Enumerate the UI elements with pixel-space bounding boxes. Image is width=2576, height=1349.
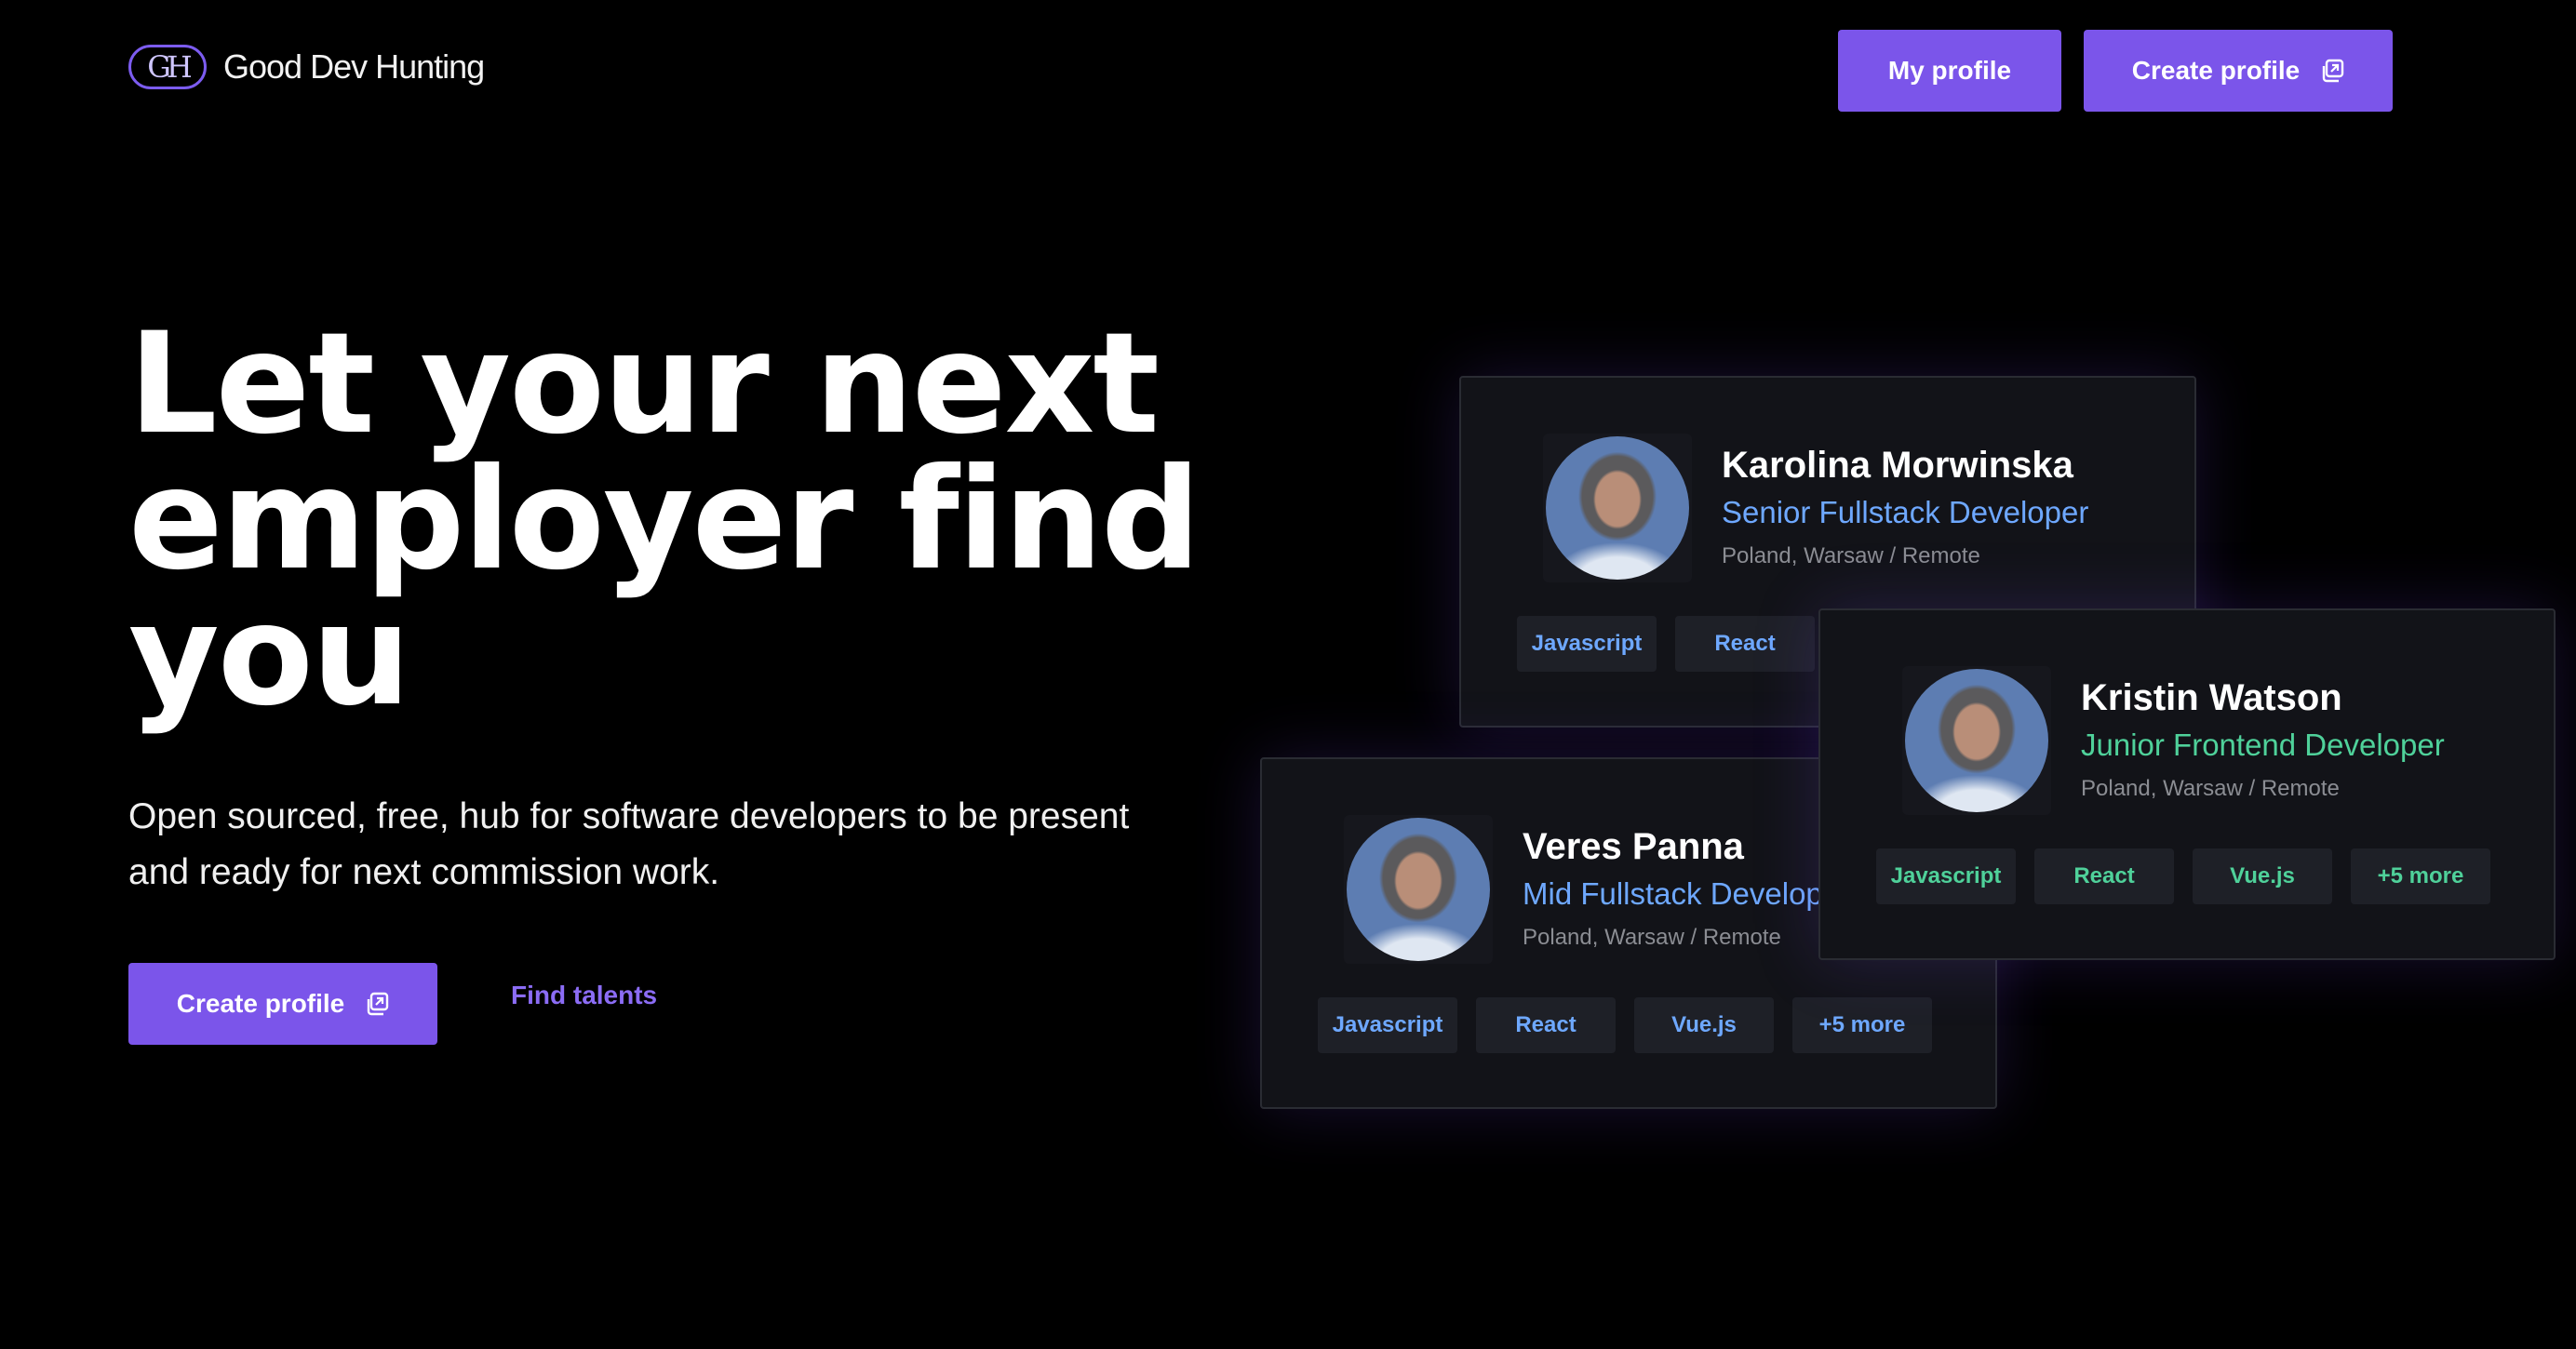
profile-role: Mid Fullstack Developer [1523,876,1851,911]
avatar-photo [1347,818,1490,961]
tech-tag: Javascript [1517,616,1657,672]
avatar [1902,666,2051,815]
logo[interactable]: GH Good Dev Hunting [128,45,485,89]
tech-tags: Javascript React Vue.js +5 more [1318,997,1932,1053]
tech-tag: +5 more [2351,848,2490,904]
find-talents-link[interactable]: Find talents [511,981,657,1010]
logo-mark: GH [128,45,207,89]
avatar [1543,434,1692,582]
create-profile-button[interactable]: Create profile [2084,30,2393,112]
hero-subtitle: Open sourced, free, hub for software dev… [128,796,1130,892]
create-profile-label: Create profile [2131,56,2301,85]
tech-tag: React [2034,848,2174,904]
copy-external-icon [2323,59,2344,83]
copy-external-icon [368,992,389,1016]
profile-name: Veres Panna [1523,826,1744,867]
my-profile-label: My profile [1887,56,2012,85]
logo-text: Good Dev Hunting [223,47,485,86]
profile-role: Senior Fullstack Developer [1722,495,2089,529]
tech-tag: +5 more [1792,997,1932,1053]
avatar [1344,815,1493,964]
profile-name: Kristin Watson [2081,677,2342,718]
hero-create-profile-label: Create profile [176,989,345,1018]
tech-tags: Javascript React Vue.js +5 more [1876,848,2490,904]
profile-card[interactable]: Kristin Watson Junior Frontend Developer… [1818,608,2556,960]
profile-location: Poland, Warsaw / Remote [2081,776,2340,801]
profile-name: Karolina Morwinska [1722,445,2073,486]
profile-location: Poland, Warsaw / Remote [1523,925,1781,950]
tech-tag: React [1476,997,1616,1053]
tech-tag: React [1675,616,1815,672]
profile-location: Poland, Warsaw / Remote [1722,543,1980,568]
tech-tag: Vue.js [2193,848,2332,904]
profile-role: Junior Frontend Developer [2081,728,2445,762]
hero-title: Let your next employer find you [128,303,1201,737]
tech-tag: Javascript [1876,848,2016,904]
avatar-photo [1546,436,1689,580]
tech-tag: Javascript [1318,997,1457,1053]
hero-create-profile-button[interactable]: Create profile [128,963,437,1045]
tech-tag: Vue.js [1634,997,1774,1053]
my-profile-button[interactable]: My profile [1838,30,2061,112]
avatar-photo [1905,669,2048,812]
